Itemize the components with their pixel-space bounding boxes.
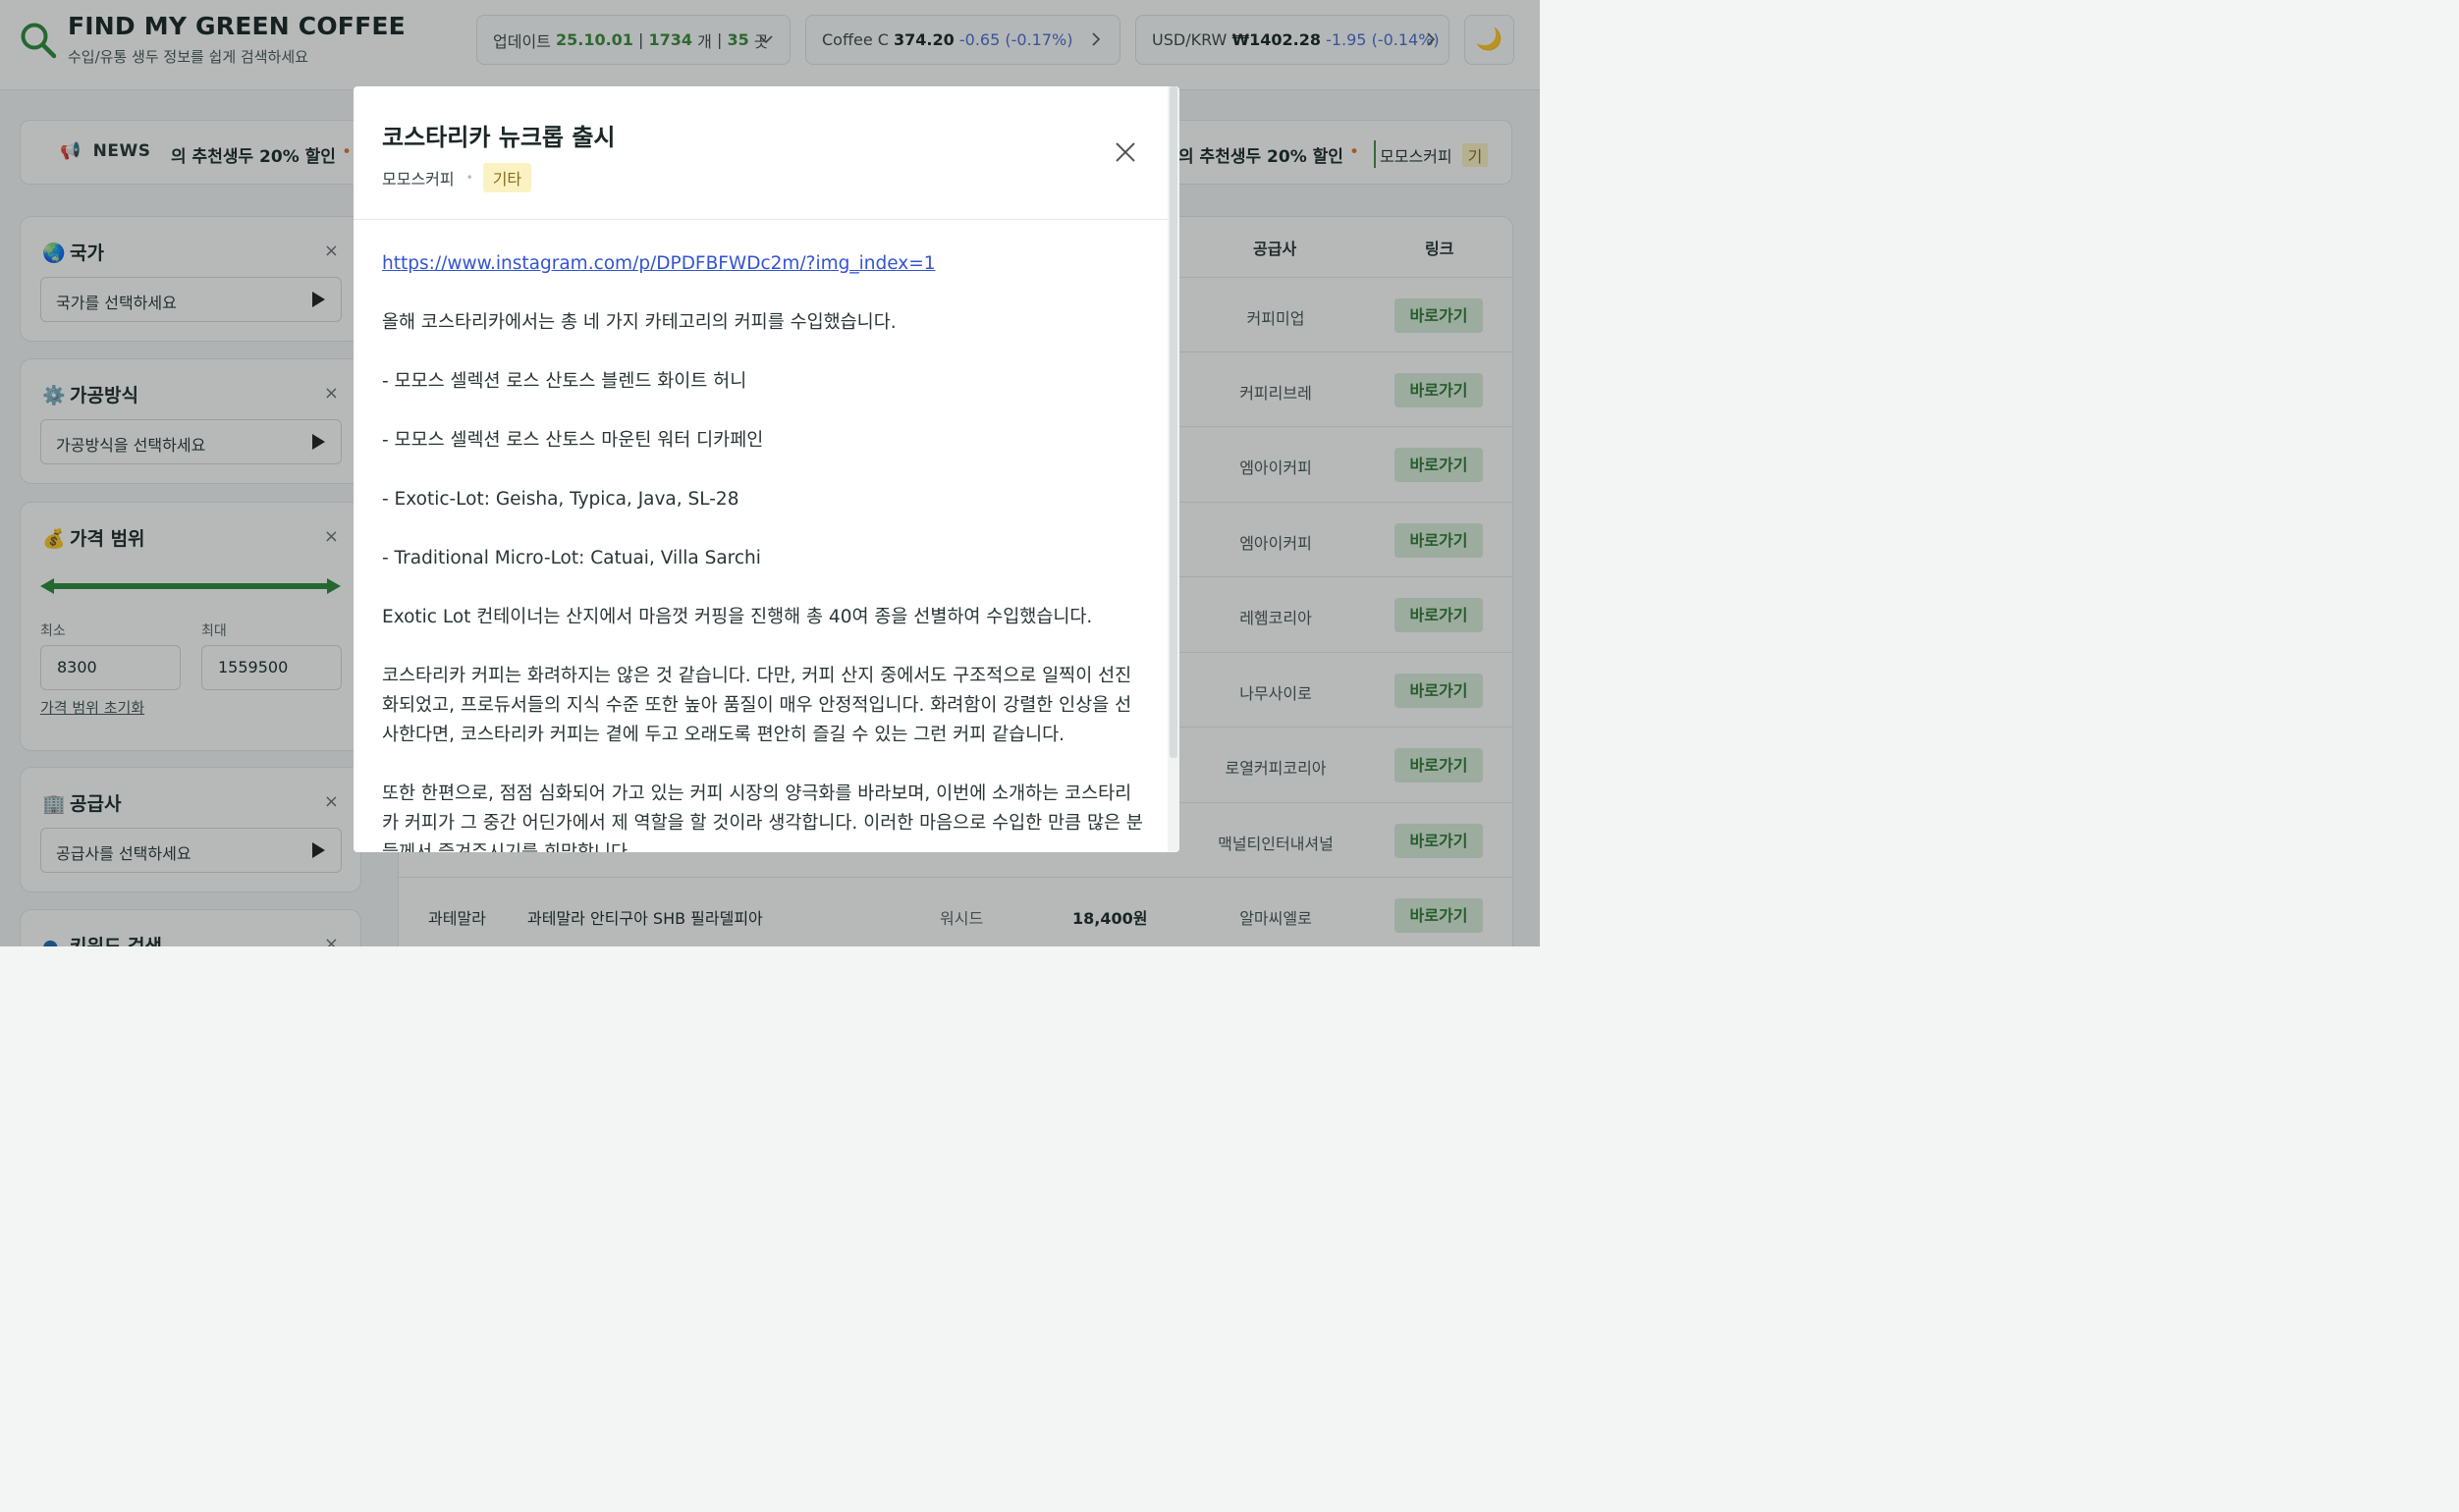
meta-separator-dot: •	[465, 171, 473, 185]
modal-paragraph: Exotic Lot 컨테이너는 산지에서 마음껏 커핑을 진행해 총 40여 …	[382, 607, 1093, 627]
modal-title: 코스타리카 뉴크롭 출시	[382, 124, 616, 151]
modal-body: https://www.instagram.com/p/DPDFBFWDc2m/…	[382, 249, 1148, 852]
modal-paragraph: 올해 코스타리카에서는 총 네 가지 카테고리의 커피를 수입했습니다.	[382, 312, 897, 333]
modal-category-tag: 기타	[482, 163, 532, 192]
modal-paragraph: - 모모스 셀렉션 로스 산토스 블렌드 화이트 허니	[382, 371, 747, 392]
modal-scrollbar-thumb[interactable]	[1170, 86, 1177, 758]
close-icon[interactable]	[1114, 140, 1137, 164]
modal-meta: 모모스커피 • 기타	[382, 163, 532, 192]
modal-paragraph: - 모모스 셀렉션 로스 산토스 마운틴 워터 디카페인	[382, 430, 764, 451]
instagram-link[interactable]: https://www.instagram.com/p/DPDFBFWDc2m/…	[382, 249, 1148, 279]
news-detail-modal: 코스타리카 뉴크롭 출시 모모스커피 • 기타 https://www.inst…	[354, 86, 1179, 852]
app-page: FIND MY GREEN COFFEE 수입/유통 생두 정보를 쉽게 검색하…	[0, 0, 1540, 946]
modal-paragraph: - Traditional Micro-Lot: Catuai, Villa S…	[382, 548, 761, 568]
modal-paragraph: - Exotic-Lot: Geisha, Typica, Java, SL-2…	[382, 489, 739, 510]
modal-paragraph: 코스타리카 커피는 화려하지는 않은 것 같습니다. 다만, 커피 산지 중에서…	[382, 666, 1132, 745]
modal-supplier: 모모스커피	[382, 170, 455, 189]
modal-paragraph: 또한 한편으로, 점점 심화되어 가고 있는 커피 시장의 양극화를 바라보며,…	[382, 783, 1143, 852]
modal-header: 코스타리카 뉴크롭 출시 모모스커피 • 기타	[354, 86, 1169, 220]
